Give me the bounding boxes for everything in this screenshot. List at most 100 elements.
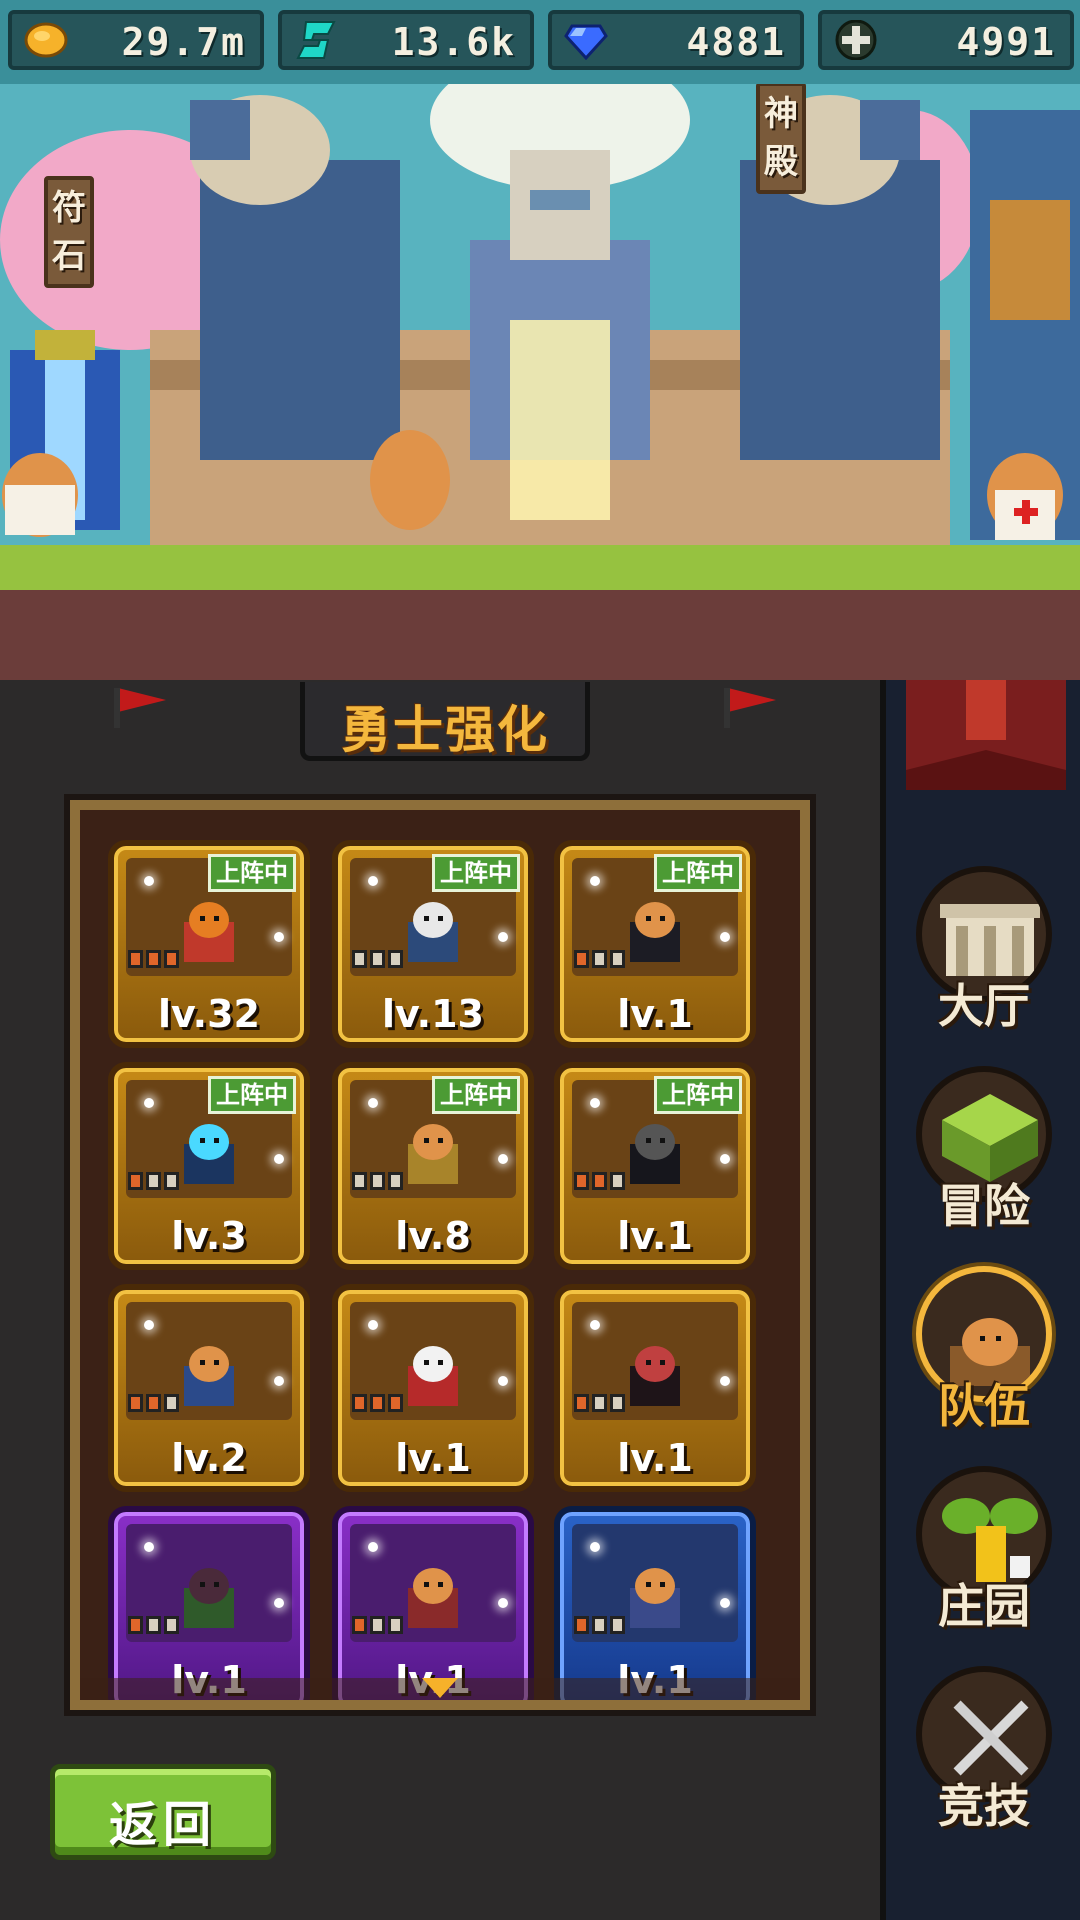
deployed-badge: 上阵中	[208, 854, 296, 892]
gold-value: 29.7m	[121, 20, 246, 64]
star-pip	[610, 1616, 625, 1634]
flag-icon	[724, 688, 776, 728]
deployed-badge: 上阵中	[432, 1076, 520, 1114]
goblin-icon	[184, 1568, 234, 1628]
star-pip	[164, 1394, 179, 1412]
star-pip	[370, 1172, 385, 1190]
star-pips	[574, 1616, 628, 1638]
sparkle-icon	[368, 876, 378, 886]
diamond-counter[interactable]: 4881	[548, 10, 804, 70]
back-button-label: 返回	[108, 1797, 217, 1853]
star-pips	[128, 1172, 182, 1194]
hero-card[interactable]: 上阵中 lv.8	[332, 1062, 534, 1270]
nav-label: 冒险	[938, 1179, 1030, 1233]
star-pip	[592, 1616, 607, 1634]
hero-grid[interactable]: 上阵中 lv.32 上阵中 lv.13 上阵中 lv.1 上阵中 lv.3 上阵中 lv.8 上阵中…	[64, 794, 816, 1716]
star-pip	[610, 1394, 625, 1412]
diamond-icon	[564, 24, 608, 60]
sparkle-icon	[498, 1598, 508, 1608]
hero-level: lv.8	[395, 1214, 471, 1258]
star-pips	[128, 1394, 182, 1416]
star-pip	[352, 950, 367, 968]
star-pip	[164, 950, 179, 968]
hero-card[interactable]: lv.1	[554, 1284, 756, 1492]
star-pip	[370, 1616, 385, 1634]
deployed-badge: 上阵中	[654, 854, 742, 892]
dark-knight-icon	[630, 902, 680, 962]
star-pips	[574, 950, 628, 972]
hero-level: lv.1	[617, 1214, 693, 1258]
star-pips	[128, 1616, 182, 1638]
nav-label: 大厅	[938, 979, 1030, 1033]
star-pip	[146, 1172, 161, 1190]
shadow-rogue-icon	[630, 1124, 680, 1184]
nav-item-adventure[interactable]: 冒险	[904, 1060, 1064, 1240]
black-beast-icon	[630, 1346, 680, 1406]
swordsman-icon	[408, 902, 458, 962]
sparkle-icon	[368, 1320, 378, 1330]
nav-label: 竞技	[938, 1779, 1030, 1833]
sparkle-icon	[720, 932, 730, 942]
star-pip	[146, 1616, 161, 1634]
scroll-down-arrow-icon[interactable]	[422, 1678, 458, 1698]
star-pip	[574, 950, 589, 968]
star-pip	[128, 1394, 143, 1412]
star-pip	[164, 1616, 179, 1634]
sparkle-icon	[590, 876, 600, 886]
star-pip	[610, 1172, 625, 1190]
hero-card[interactable]: 上阵中 lv.13	[332, 840, 534, 1048]
hero-card[interactable]: lv.2	[108, 1284, 310, 1492]
hero-card[interactable]: 上阵中 lv.1	[554, 1062, 756, 1270]
sparkle-icon	[720, 1154, 730, 1164]
energy-crystal-icon	[296, 21, 336, 59]
hero-level: lv.32	[157, 992, 260, 1036]
star-pip	[128, 1172, 143, 1190]
star-pip	[128, 1616, 143, 1634]
star-pip	[574, 1394, 589, 1412]
star-pip	[128, 950, 143, 968]
flag-icon	[114, 688, 166, 728]
sparkle-icon	[274, 1376, 284, 1386]
hero-card[interactable]: lv.1	[332, 1284, 534, 1492]
nav-item-manor[interactable]: 庄园	[904, 1460, 1064, 1640]
star-pip	[352, 1394, 367, 1412]
hero-level: lv.13	[381, 992, 484, 1036]
token-value: 4991	[956, 20, 1056, 64]
star-pip	[370, 950, 385, 968]
nav-item-arena-swords[interactable]: 竞技	[904, 1660, 1064, 1840]
star-pip	[146, 1394, 161, 1412]
banner-decoration	[906, 680, 1066, 790]
red-warrior-icon	[184, 902, 234, 962]
star-pips	[352, 950, 406, 972]
hero-level: lv.1	[395, 1436, 471, 1480]
ice-mage-icon	[184, 1124, 234, 1184]
sparkle-icon	[720, 1376, 730, 1386]
gold-counter[interactable]: 29.7m	[8, 10, 264, 70]
hero-card[interactable]: 上阵中 lv.1	[554, 840, 756, 1048]
sparkle-icon	[144, 1320, 154, 1330]
star-pip	[146, 950, 161, 968]
hero-card[interactable]: 上阵中 lv.32	[108, 840, 310, 1048]
star-pips	[574, 1172, 628, 1194]
gold-coin-icon	[24, 22, 68, 58]
sparkle-icon	[144, 876, 154, 886]
star-pips	[352, 1616, 406, 1638]
nav-item-hall[interactable]: 大厅	[904, 860, 1064, 1040]
back-button[interactable]: 返回	[50, 1764, 276, 1860]
nav-item-team[interactable]: 队伍	[904, 1260, 1064, 1440]
temple-sign[interactable]: 神殿	[756, 82, 806, 194]
energy-counter[interactable]: 13.6k	[278, 10, 534, 70]
token-counter[interactable]: 4991	[818, 10, 1074, 70]
rune-stone-sign[interactable]: 符石	[44, 176, 94, 288]
samurai-icon	[408, 1346, 458, 1406]
hero-level: lv.2	[171, 1436, 247, 1480]
priest-icon	[408, 1568, 458, 1628]
panel-title: 勇士强化	[341, 701, 549, 759]
sparkle-icon	[498, 1376, 508, 1386]
star-pip	[388, 1394, 403, 1412]
star-pip	[352, 1616, 367, 1634]
hero-card[interactable]: 上阵中 lv.3	[108, 1062, 310, 1270]
star-pip	[592, 1172, 607, 1190]
sparkle-icon	[144, 1542, 154, 1552]
sparkle-icon	[274, 1598, 284, 1608]
